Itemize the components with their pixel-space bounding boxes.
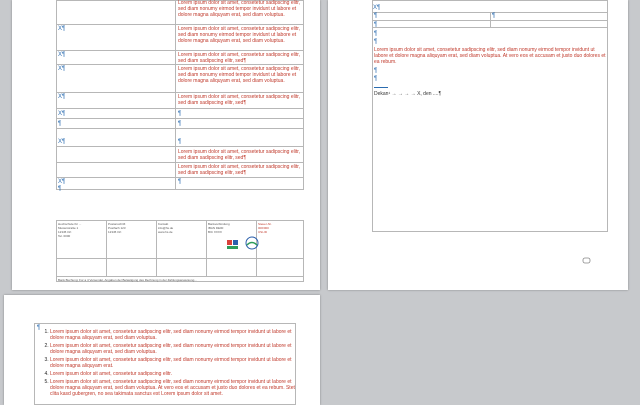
- list-item[interactable]: Lorem ipsum dolor sit amet, consetetur s…: [50, 343, 304, 355]
- document-page-1[interactable]: Lorem ipsum dolor sit amet, consetetur s…: [12, 0, 320, 290]
- row-marker: X¶: [58, 94, 66, 100]
- footer-col-divider: [156, 220, 157, 276]
- header-col-divider: [490, 12, 491, 28]
- document-page-2[interactable]: X¶ ¶ ¶ ¶ ¶ ¶ Lorem ipsum dolor sit amet,…: [328, 0, 628, 290]
- paragraph-mark: ¶: [58, 121, 62, 127]
- table-row-divider: [56, 24, 304, 25]
- footer-col-2: Postanschrift Postfach 123 12345 Ort: [108, 222, 126, 234]
- table-cell-text[interactable]: Lorem ipsum dolor sit amet, consetetur s…: [178, 52, 300, 64]
- table-row-divider: [56, 177, 304, 178]
- logo-icon: [226, 238, 240, 252]
- table-cell-text[interactable]: Lorem ipsum dolor sit amet, consetetur s…: [178, 66, 300, 84]
- row-marker: X¶: [58, 66, 66, 72]
- row-marker: X¶: [373, 5, 381, 11]
- table-row-divider: [56, 108, 304, 109]
- table-row-divider: [56, 50, 304, 51]
- list-item[interactable]: Lorem ipsum dolor sit amet, consetetur s…: [50, 379, 304, 397]
- paragraph-mark: ¶: [374, 31, 378, 37]
- row-marker: X¶: [58, 26, 66, 32]
- seal-logo-icon: [244, 236, 260, 252]
- list-item[interactable]: Lorem ipsum dolor sit amet, consetetur s…: [50, 357, 304, 369]
- list-item[interactable]: Lorem ipsum dolor sit amet, consetetur s…: [50, 371, 304, 377]
- paragraph-mark: ¶: [374, 68, 378, 74]
- row-marker: X¶: [58, 52, 66, 58]
- row-marker: X¶: [58, 139, 66, 145]
- numbered-list: Lorem ipsum dolor sit amet, consetetur s…: [36, 329, 304, 397]
- footer-col-divider: [206, 220, 207, 276]
- footer-row-divider: [56, 258, 304, 259]
- table-row-divider: [56, 128, 304, 129]
- footer-col-5: Steuer-Nr. 000/000 USt-ID: [258, 222, 272, 234]
- paragraph-mark: ¶: [58, 186, 62, 192]
- table-row-divider: [56, 118, 304, 119]
- document-page-3[interactable]: ¶ Lorem ipsum dolor sit amet, consetetur…: [4, 295, 320, 405]
- table-cell-text[interactable]: Lorem ipsum dolor sit amet, consetetur s…: [178, 149, 300, 161]
- signature-line: [374, 84, 388, 88]
- paragraph-mark: ¶: [178, 139, 182, 145]
- paragraph-mark: ¶: [374, 76, 378, 82]
- table-cell-text[interactable]: Lorem ipsum dolor sit amet, consetetur s…: [178, 26, 300, 44]
- table-row-divider: [56, 92, 304, 93]
- text-frame: [372, 0, 608, 232]
- table-row-divider: [56, 162, 304, 163]
- footer-col-4: Bankverbindung IBAN DE00 BIC XXXX: [208, 222, 230, 234]
- row-marker: X¶: [58, 111, 66, 117]
- paragraph-mark: ¶: [374, 39, 378, 45]
- paragraph-mark: ¶: [492, 13, 496, 19]
- closing-line[interactable]: Dekan¹ → → → → X, den ....¶: [374, 91, 594, 97]
- paragraph-mark: ¶: [178, 121, 182, 127]
- list-item[interactable]: Lorem ipsum dolor sit amet, consetetur s…: [50, 329, 304, 341]
- paragraph-mark: ¶: [178, 179, 182, 185]
- footer-col-divider: [106, 220, 107, 276]
- body-paragraph[interactable]: Lorem ipsum dolor sit amet, consetetur s…: [374, 47, 606, 65]
- row-marker: X¶: [58, 179, 66, 185]
- table-row-divider: [56, 146, 304, 147]
- table-row-divider: [56, 64, 304, 65]
- comment-icon[interactable]: [582, 252, 592, 264]
- footer-col-1: Hochschule für ... Musterstraße 1 12345 Or…: [58, 222, 82, 238]
- paragraph-mark: ¶: [374, 22, 378, 28]
- table-cell-text[interactable]: Lorem ipsum dolor sit amet, consetetur s…: [178, 94, 300, 106]
- table-cell-text[interactable]: Lorem ipsum dolor sit amet, consetetur s…: [178, 164, 300, 176]
- footer-row-divider: [56, 276, 304, 277]
- paragraph-mark: ¶: [178, 111, 182, 117]
- table-cell-text[interactable]: Lorem ipsum dolor sit amet, consetetur s…: [178, 0, 300, 18]
- footer-note: Bank Buchung: For a 4 Versendet, Angaben…: [58, 278, 197, 282]
- paragraph-mark: ¶: [374, 13, 378, 19]
- footer-col-3: Kontakt info@hs.de www.hs.de: [158, 222, 174, 234]
